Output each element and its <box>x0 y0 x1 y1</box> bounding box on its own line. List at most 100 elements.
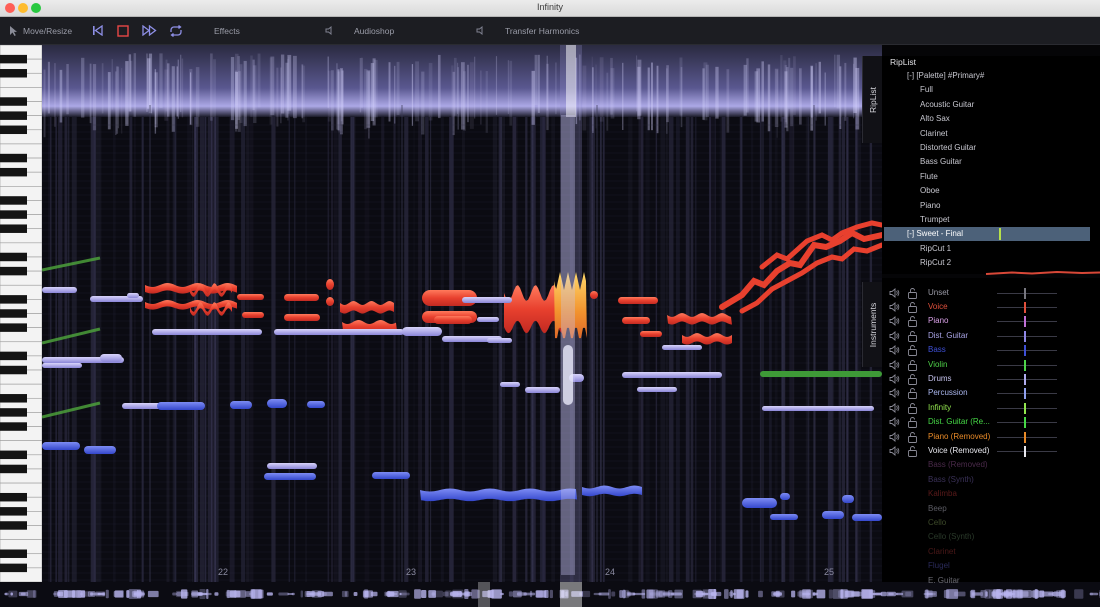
riplist-item[interactable]: Distorted Guitar <box>920 141 976 155</box>
riplist-item[interactable]: Piano <box>920 199 940 213</box>
level-meter[interactable] <box>997 378 1057 380</box>
level-meter[interactable] <box>997 335 1057 337</box>
instrument-row[interactable]: Bass <box>882 343 1100 357</box>
instrument-row[interactable]: Clarinet <box>882 545 1100 559</box>
level-meter[interactable] <box>997 364 1057 366</box>
riplist-item[interactable]: Bass Guitar <box>920 155 962 169</box>
spectrogram-view[interactable] <box>42 45 882 582</box>
riplist-item[interactable]: Flute <box>920 170 938 184</box>
instrument-row[interactable]: Flugel <box>882 559 1100 573</box>
level-knob[interactable] <box>1024 359 1026 371</box>
speaker-icon[interactable] <box>889 330 900 341</box>
riplist-item[interactable]: Oboe <box>920 184 940 198</box>
level-meter[interactable] <box>997 407 1057 409</box>
note-blob <box>284 294 319 301</box>
loop-icon <box>170 24 182 37</box>
level-knob[interactable] <box>1024 417 1026 429</box>
fast-forward-button[interactable] <box>142 17 157 44</box>
instrument-row[interactable]: Beep <box>882 502 1100 516</box>
level-knob[interactable] <box>1024 316 1026 328</box>
speaker-icon[interactable] <box>889 417 900 428</box>
speaker-icon[interactable] <box>889 287 900 298</box>
level-knob[interactable] <box>1024 445 1026 457</box>
instrument-row[interactable]: Piano (Removed) <box>882 430 1100 444</box>
level-knob[interactable] <box>1024 330 1026 342</box>
tab-instruments[interactable]: Instruments <box>862 282 883 367</box>
instrument-row[interactable]: Kalimba <box>882 487 1100 501</box>
transfer-harmonics-menu[interactable]: Transfer Harmonics <box>476 17 579 44</box>
level-meter[interactable] <box>997 436 1057 438</box>
riplist-item-selected[interactable]: [-] Sweet - Final <box>884 227 1090 242</box>
instrument-row[interactable]: Voice (Removed) <box>882 444 1100 458</box>
riplist-item[interactable]: Trumpet <box>920 213 950 227</box>
lock-icon[interactable] <box>907 373 918 385</box>
instrument-row[interactable]: E. Guitar <box>882 574 1100 588</box>
riplist-item[interactable]: Clarinet <box>920 127 948 141</box>
level-knob[interactable] <box>1024 345 1026 357</box>
lock-icon[interactable] <box>907 287 918 299</box>
lock-icon[interactable] <box>907 330 918 342</box>
instrument-row[interactable]: Bass (Removed) <box>882 458 1100 472</box>
level-meter[interactable] <box>997 350 1057 352</box>
instrument-row[interactable]: Percussion <box>882 386 1100 400</box>
stop-button[interactable] <box>117 17 129 44</box>
instrument-row[interactable]: Drums <box>882 372 1100 386</box>
speaker-icon[interactable] <box>889 373 900 384</box>
level-meter[interactable] <box>997 450 1057 452</box>
cursor-icon <box>10 25 17 36</box>
instrument-row[interactable]: Cello (Synth) <box>882 530 1100 544</box>
piano-keys[interactable] <box>0 45 42 582</box>
move-resize-tool[interactable]: Move/Resize <box>9 17 72 44</box>
lock-icon[interactable] <box>907 359 918 371</box>
level-knob[interactable] <box>1024 431 1026 443</box>
riplist-item[interactable]: Full <box>920 83 933 97</box>
level-knob[interactable] <box>1024 287 1026 299</box>
level-meter[interactable] <box>997 292 1057 294</box>
speaker-icon[interactable] <box>889 345 900 356</box>
loop-button[interactable] <box>169 17 183 44</box>
lock-icon[interactable] <box>907 416 918 429</box>
instrument-row[interactable]: Unset <box>882 286 1100 300</box>
effects-menu[interactable]: Effects <box>214 17 240 44</box>
speaker-icon[interactable] <box>889 316 900 327</box>
lock-icon[interactable] <box>907 431 918 443</box>
instrument-row[interactable]: Voice <box>882 300 1100 314</box>
lock-icon[interactable] <box>907 344 918 357</box>
riplist-item[interactable]: Acoustic Guitar <box>920 98 974 112</box>
instrument-row[interactable]: Violin <box>882 358 1100 372</box>
level-knob[interactable] <box>1024 388 1026 400</box>
lock-icon[interactable] <box>907 387 918 400</box>
note-blob <box>284 314 320 321</box>
speaker-icon[interactable] <box>889 301 900 312</box>
level-knob[interactable] <box>1024 301 1026 313</box>
riplist-item[interactable]: Alto Sax <box>920 112 950 126</box>
riplist-item[interactable]: [-] [Palette] #Primary# <box>907 69 984 83</box>
instrument-row[interactable]: Dist. Guitar <box>882 329 1100 343</box>
speaker-icon[interactable] <box>889 388 900 399</box>
skip-back-button[interactable] <box>92 17 103 44</box>
instrument-row[interactable]: Dist. Guitar (Re... <box>882 415 1100 429</box>
lock-icon[interactable] <box>907 301 918 313</box>
level-meter[interactable] <box>997 393 1057 395</box>
lock-icon[interactable] <box>907 315 918 328</box>
tab-riplist[interactable]: RipList <box>862 56 883 143</box>
level-knob[interactable] <box>1024 402 1026 414</box>
instrument-row[interactable]: Cello <box>882 516 1100 530</box>
riplist-item[interactable]: RipCut 1 <box>920 242 951 256</box>
speaker-icon[interactable] <box>889 402 900 413</box>
speaker-icon[interactable] <box>889 431 900 442</box>
level-knob[interactable] <box>1024 373 1026 385</box>
instrument-row[interactable]: Infinity <box>882 401 1100 415</box>
piano-keyboard[interactable] <box>0 45 43 582</box>
speaker-icon[interactable] <box>889 445 900 456</box>
level-meter[interactable] <box>997 306 1057 308</box>
level-meter[interactable] <box>997 422 1057 424</box>
audioshop-menu[interactable]: Audioshop <box>325 17 394 44</box>
lock-icon[interactable] <box>907 445 918 457</box>
speaker-icon[interactable] <box>889 359 900 370</box>
lock-icon[interactable] <box>907 402 918 414</box>
instrument-row[interactable]: Bass (Synth) <box>882 473 1100 487</box>
instrument-row[interactable]: Piano <box>882 314 1100 328</box>
level-meter[interactable] <box>997 321 1057 323</box>
spectrogram-canvas[interactable]: 22 23 24 25 <box>42 45 882 582</box>
